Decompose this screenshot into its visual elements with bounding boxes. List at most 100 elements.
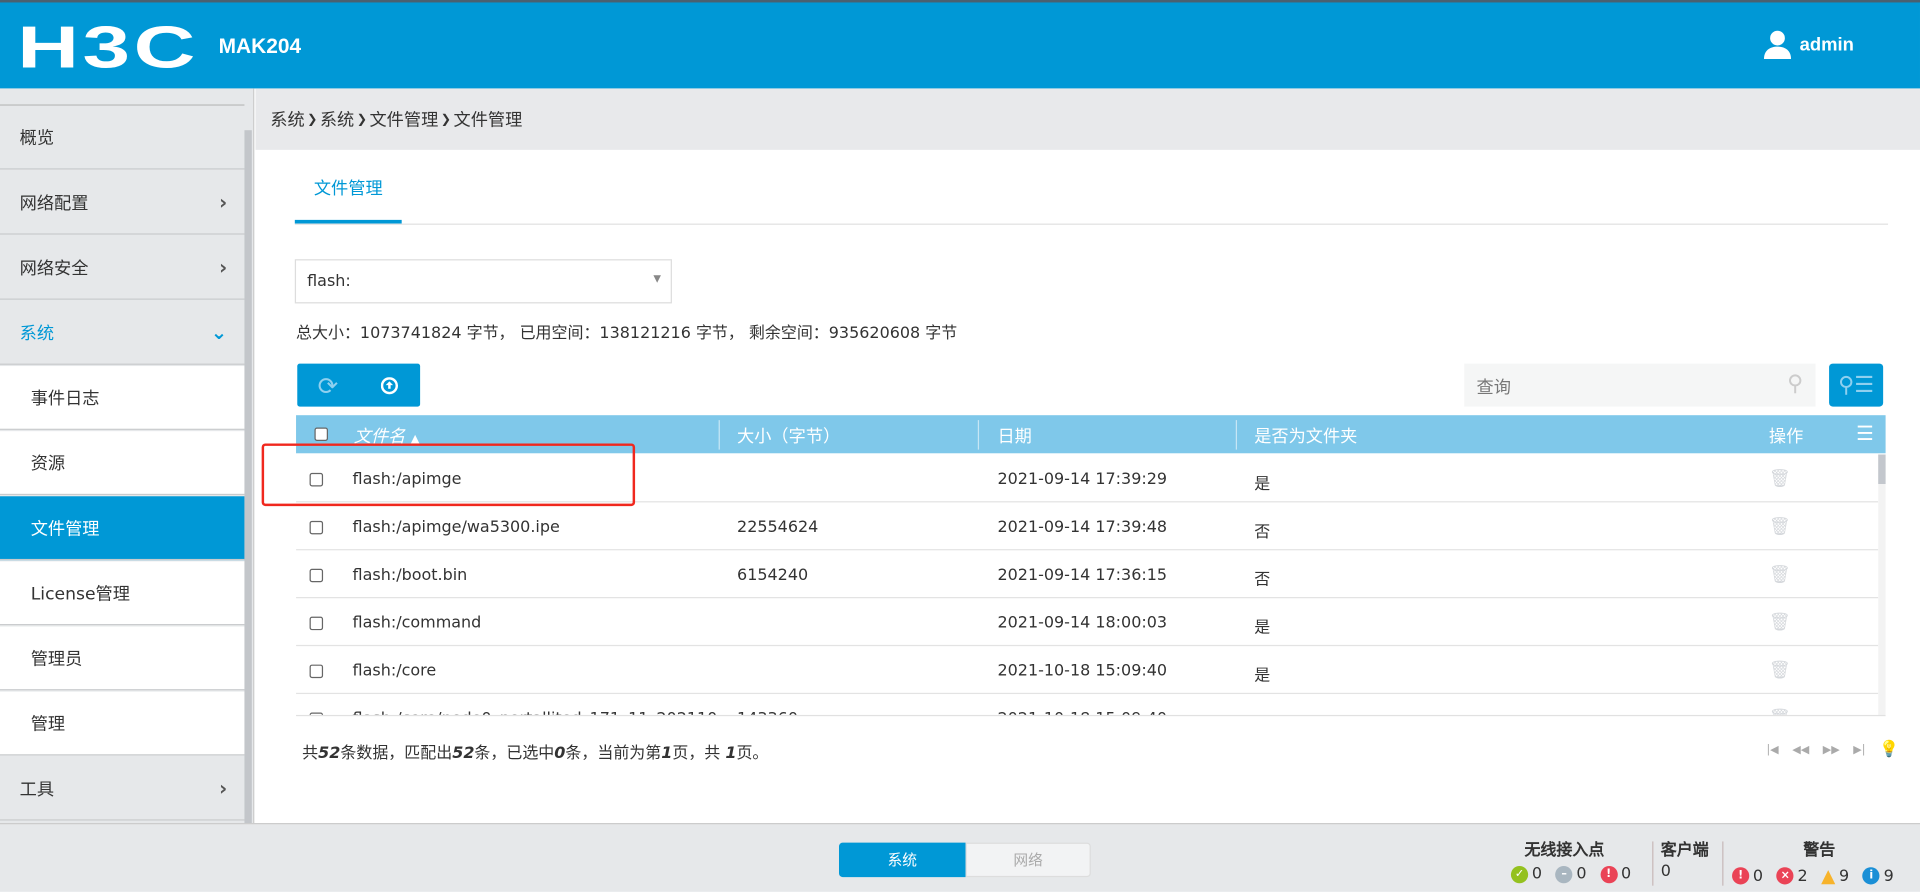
pager: |◀ ◀◀ ▶▶ ▶| 💡 [1766,741,1898,759]
table-row[interactable]: flash:/command 2021-09-14 18:00:03 是 🗑 [296,598,1879,647]
delete-icon[interactable]: 🗑 [1769,469,1791,489]
tab-file-management[interactable]: 文件管理 [294,166,402,224]
text: 共 [302,744,319,763]
column-settings-icon[interactable]: ☰ [1856,421,1874,444]
search-input[interactable]: 查询 ⚲ [1464,363,1816,407]
h3c-logo: H3C [17,15,199,82]
footer-tab-network[interactable]: 网络 [965,842,1091,878]
matched-count: 52 [452,744,475,763]
divider [1652,841,1654,886]
sidebar-item[interactable]: 事件日志 [0,366,245,430]
divider [296,714,1886,717]
refresh-button[interactable]: ⟳ [297,364,358,407]
chevron-icon: › [219,255,228,279]
divider [1722,841,1724,886]
breadcrumb-item[interactable]: 系统 [320,107,354,132]
ap-online-count: 0 [1531,864,1542,884]
info-count: 9 [1883,866,1894,886]
select-all-checkbox[interactable] [314,427,328,441]
sidebar-item-label: 资源 [30,453,66,474]
delete-icon[interactable]: 🗑 [1769,661,1791,681]
column-header-actions: 操作 [1768,427,1804,448]
top-header: H3C MAK204 admin [0,0,1920,89]
breadcrumb-separator-icon: ❯ [307,112,318,126]
column-separator[interactable] [1235,420,1237,450]
table-row[interactable]: flash:/core 2021-10-18 15:09:40 是 🗑 [296,646,1879,695]
column-header-size[interactable]: 大小（字节） [737,424,840,449]
file-name: flash:/apimge/wa5300.ipe [352,518,560,537]
sidebar-item[interactable]: 文件管理 [0,496,245,561]
alarms-label: 警告 [1803,841,1836,860]
row-checkbox[interactable] [309,664,324,679]
first-page-icon[interactable]: |◀ [1766,744,1778,756]
pagination-info: 共52条数据，匹配出52条，已选中0条，当前为第1页，共 1页。 [302,739,768,762]
file-date: 2021-09-14 17:36:15 [997,566,1168,585]
next-page-icon[interactable]: ▶▶ [1823,744,1840,756]
divider [294,223,1889,225]
row-checkbox[interactable] [309,520,324,535]
table-row[interactable]: flash:/apimge/wa5300.ipe 22554624 2021-0… [296,502,1879,551]
sidebar-item[interactable]: 网络安全 › [0,236,245,300]
lightbulb-icon[interactable]: 💡 [1879,741,1899,759]
delete-icon[interactable]: 🗑 [1769,565,1791,585]
sidebar-item[interactable]: 管理员 [0,626,245,691]
breadcrumb: 系统 ❯ 系统 ❯ 文件管理 ❯ 文件管理 [255,88,1920,150]
scrollbar-thumb[interactable] [1878,454,1886,484]
critical-icon: ! [1732,867,1750,885]
column-header-date[interactable]: 日期 [997,424,1031,449]
sidebar-item[interactable]: 网络配置 › [0,171,245,235]
alarm-status[interactable]: ! 0 × 2 ▲ 9 i9 [1732,865,1894,887]
critical-count: 0 [1752,866,1764,886]
ap-offline-count: 0 [1576,864,1587,884]
sidebar-item[interactable]: 系统 ⌄ [0,301,245,365]
text: 条，当前为第 [565,744,662,763]
sidebar-item[interactable]: License管理 [0,561,245,626]
is-folder: 否 [1254,571,1271,590]
clients-label: 客户端 [1660,841,1709,860]
upload-button[interactable] [359,364,420,407]
advanced-search-button[interactable]: ⚲☰ [1829,363,1884,407]
advanced-search-icon: ⚲☰ [1838,372,1875,399]
is-folder: 是 [1254,475,1271,494]
prev-page-icon[interactable]: ◀◀ [1792,744,1809,756]
chevron-icon: › [219,776,228,800]
table-row[interactable]: flash:/core/node0_portallited_171_11_202… [296,694,1878,715]
delete-icon[interactable]: 🗑 [1769,613,1791,633]
sidebar-scrollbar[interactable] [244,130,252,824]
breadcrumb-item[interactable]: 文件管理 [369,107,438,132]
user-menu[interactable]: admin [1763,29,1854,59]
row-checkbox[interactable] [309,568,324,583]
ap-status[interactable]: ✓ 0 –0 ! 0 [1510,864,1632,884]
user-icon [1763,30,1792,59]
column-header-folder[interactable]: 是否为文件夹 [1254,424,1357,449]
storage-select[interactable]: flash: ▼ [294,259,672,304]
sidebar-item[interactable]: 管理 [0,691,245,756]
file-name: flash:/boot.bin [352,566,468,585]
breadcrumb-item[interactable]: 文件管理 [453,107,522,132]
last-page-icon[interactable]: ▶| [1853,744,1865,756]
sidebar-item[interactable]: 资源 [0,431,245,496]
sidebar-item[interactable]: 概览 [0,106,245,170]
info-icon: i [1862,867,1880,885]
file-size: 22554624 [737,518,819,537]
breadcrumb-item[interactable]: 系统 [270,107,304,132]
breadcrumb-separator-icon: ❯ [440,112,452,126]
ap-fault-count: 0 [1620,864,1632,884]
footer-tab-system[interactable]: 系统 [838,842,966,878]
offline-icon: – [1555,865,1573,883]
table-scrollbar[interactable] [1878,454,1886,715]
table-row[interactable]: flash:/boot.bin 6154240 2021-09-14 17:36… [296,550,1879,599]
sidebar-item[interactable]: 工具 › [0,757,245,821]
column-separator[interactable] [977,420,980,450]
search-icon[interactable]: ⚲ [1787,371,1803,397]
clients-count[interactable]: 0 [1661,862,1671,880]
ap-label: 无线接入点 [1524,841,1605,860]
row-checkbox[interactable] [309,616,324,631]
column-separator[interactable] [718,420,720,450]
selected-count: 0 [554,744,566,763]
breadcrumb-separator-icon: ❯ [356,112,368,126]
sidebar-item-label: 概览 [19,128,55,149]
warning-count: 9 [1839,866,1850,886]
delete-icon[interactable]: 🗑 [1769,517,1791,537]
file-date: 2021-09-14 17:39:29 [997,470,1168,489]
